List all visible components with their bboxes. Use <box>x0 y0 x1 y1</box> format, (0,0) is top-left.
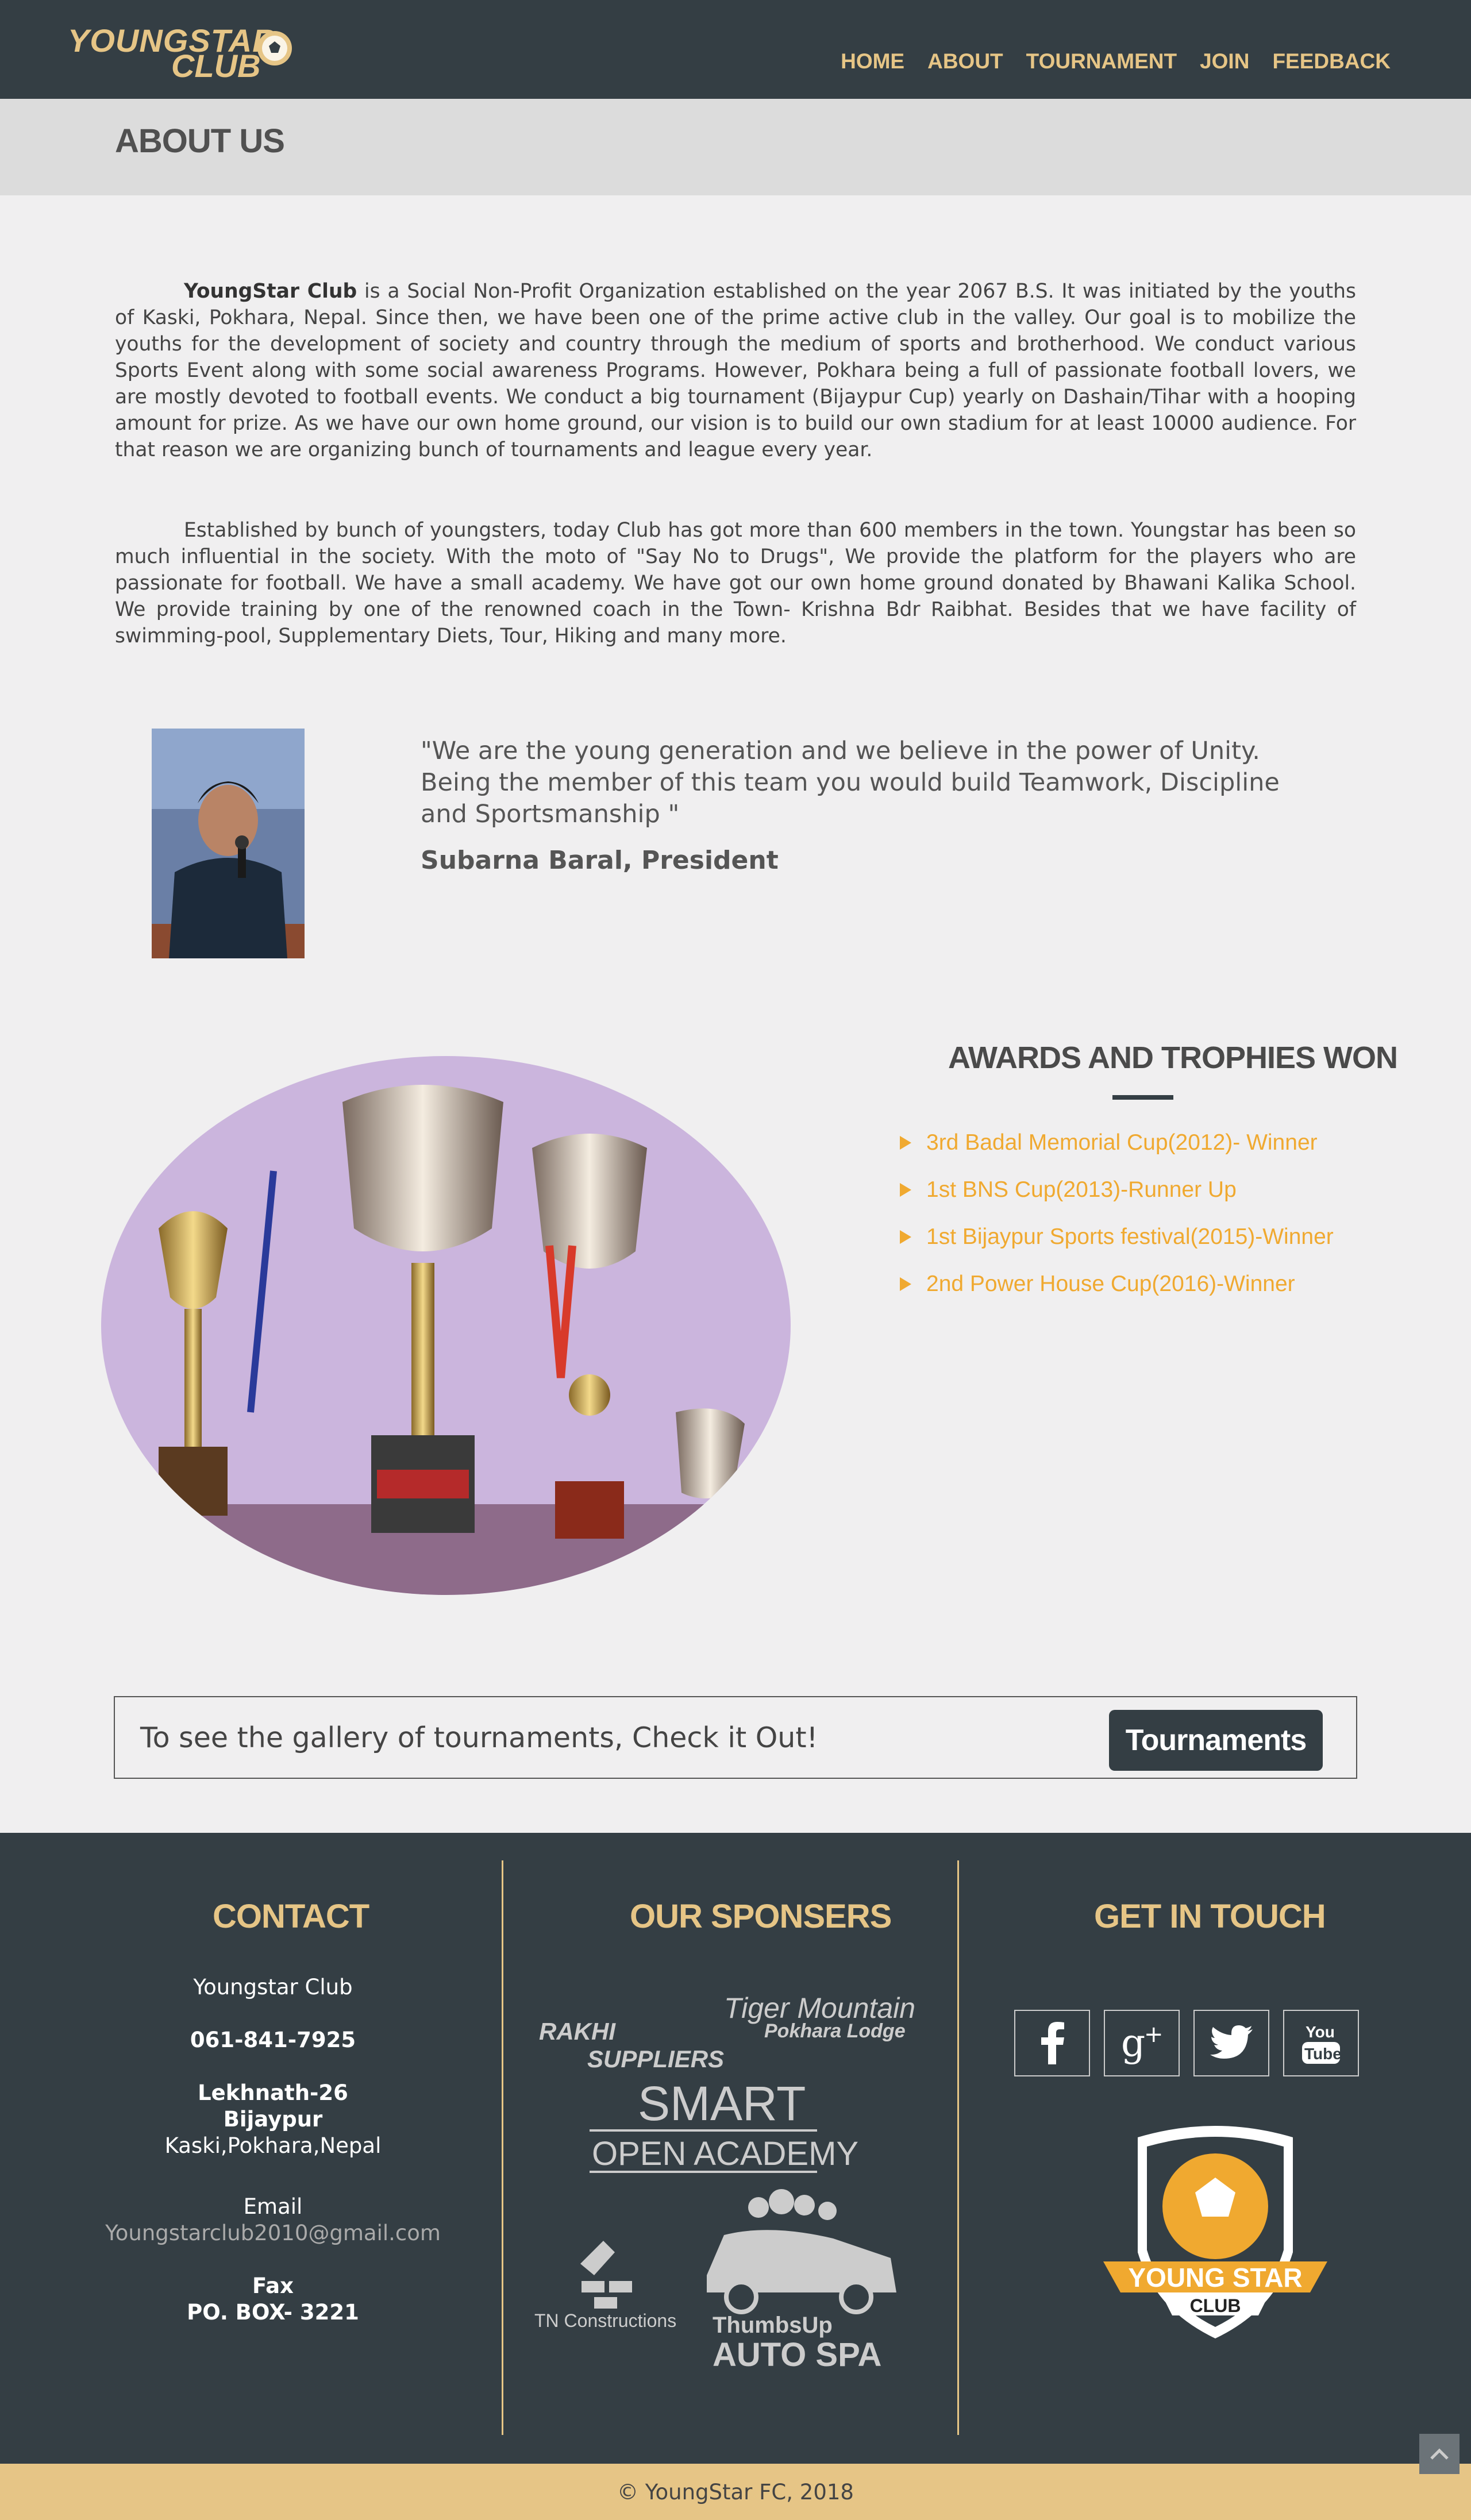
footer-divider <box>957 1860 959 2435</box>
award-item: 2nd Power House Cup(2016)-Winner <box>900 1261 1334 1308</box>
about-header-bar: ABOUT US <box>0 99 1471 195</box>
nav-join[interactable]: JOIN <box>1200 49 1249 74</box>
logo-text-line2: CLUB <box>171 48 261 84</box>
sponsors-title: OUR SPONSERS <box>630 1898 892 1935</box>
contact-address-2: Bijaypur <box>223 2107 323 2132</box>
sponsor-tiger-line2: Pokhara Lodge <box>764 2020 906 2042</box>
google-plus-icon[interactable]: g + <box>1104 2010 1180 2076</box>
sponsor-smart-logo: SMART OPEN ACADEMY <box>590 2076 858 2173</box>
svg-text:+: + <box>1144 2021 1164 2048</box>
about-paragraph-2: Established by bunch of youngsters, toda… <box>115 519 1356 648</box>
award-item: 1st Bijaypur Sports festival(2015)-Winne… <box>900 1213 1334 1261</box>
page-title: ABOUT US <box>115 122 285 160</box>
president-quote: "We are the young generation and we beli… <box>421 737 1280 829</box>
sponsor-rakhi-logo: RAKHI SUPPLIERS <box>539 2018 724 2072</box>
triangle-bullet-icon <box>900 1183 911 1197</box>
club-name-bold: YoungStar Club <box>184 280 357 303</box>
footer-divider <box>502 1860 503 2435</box>
contact-address-3: Kaski,Pokhara,Nepal <box>164 2133 382 2158</box>
award-item-label: 2nd Power House Cup(2016)-Winner <box>926 1271 1295 1296</box>
contact-title: CONTACT <box>213 1898 369 1935</box>
contact-block: Youngstar Club 061-841-7925 Lekhnath-26 … <box>52 1974 494 2326</box>
sponsor-tn-name: TN Constructions <box>534 2310 676 2331</box>
trophies-photo <box>101 1056 791 1595</box>
chevron-up-icon <box>1430 2448 1449 2460</box>
youtube-icon[interactable]: You Tube <box>1283 2010 1359 2076</box>
contact-email-link[interactable]: Youngstarclub2010@gmail.com <box>52 2220 494 2247</box>
logo-ball-icon <box>257 31 292 65</box>
sponsor-tiger-logo: Tiger Mountain Pokhara Lodge <box>724 1992 915 2042</box>
awards-title: AWARDS AND TROPHIES WON <box>948 1041 1398 1075</box>
copyright-text: © YoungStar FC, 2018 <box>617 2479 854 2504</box>
sponsor-rakhi-line2: SUPPLIERS <box>587 2045 724 2072</box>
svg-text:You: You <box>1306 2023 1335 2041</box>
award-item-label: 3rd Badal Memorial Cup(2012)- Winner <box>926 1130 1318 1155</box>
crest-text-line1: YOUNG STAR <box>1128 2263 1302 2292</box>
fax-label: Fax <box>252 2274 294 2298</box>
contact-name: Youngstar Club <box>193 1975 353 1999</box>
nav-tournament[interactable]: TOURNAMENT <box>1026 49 1177 74</box>
awards-list: 3rd Badal Memorial Cup(2012)- Winner 1st… <box>900 1119 1334 1308</box>
contact-fax: PO. BOX- 3221 <box>187 2300 359 2325</box>
sponsor-tiger-line1: Tiger Mountain <box>724 1992 915 2024</box>
scroll-to-top-button[interactable] <box>1419 2434 1460 2474</box>
triangle-bullet-icon <box>900 1277 911 1291</box>
top-navbar: YOUNGSTAR CLUB HOME ABOUT TOURNAMENT JOI… <box>0 0 1471 99</box>
crest-text-line2: CLUB <box>1190 2295 1241 2316</box>
sponsor-smart-line2: OPEN ACADEMY <box>592 2135 858 2172</box>
facebook-icon[interactable] <box>1014 2010 1090 2076</box>
club-crest-logo: YOUNG STAR CLUB <box>1103 2126 1327 2338</box>
gallery-callout-text: To see the gallery of tournaments, Check… <box>140 1721 818 1754</box>
social-links: g + You Tube <box>1014 2010 1359 2076</box>
contact-phone: 061-841-7925 <box>190 2028 356 2052</box>
president-photo <box>152 729 305 958</box>
sponsor-autospa-logo: ThumbsUp AUTO SPA <box>707 2189 896 2373</box>
svg-text:Tube: Tube <box>1304 2045 1341 2063</box>
sponsor-autospa-line2: AUTO SPA <box>713 2336 881 2373</box>
nav-feedback[interactable]: FEEDBACK <box>1272 49 1391 74</box>
awards-title-underline <box>1112 1095 1173 1100</box>
about-paragraph-1: YoungStar Club is a Social Non-Profit Or… <box>115 278 1356 463</box>
contact-address-1: Lekhnath-26 <box>198 2080 348 2105</box>
svg-text:g: g <box>1121 2021 1145 2065</box>
quote-author: Subarna Baral, President <box>421 846 779 875</box>
award-item-label: 1st BNS Cup(2013)-Runner Up <box>926 1177 1237 1202</box>
sponsor-smart-line1: SMART <box>638 2076 806 2130</box>
award-item-label: 1st Bijaypur Sports festival(2015)-Winne… <box>926 1224 1334 1249</box>
sponsor-autospa-line1: ThumbsUp <box>713 2313 833 2338</box>
nav-home[interactable]: HOME <box>841 49 904 74</box>
sponsor-logos: RAKHI SUPPLIERS Tiger Mountain Pokhara L… <box>534 1992 915 2373</box>
sponsor-tn-logo: TN Constructions <box>534 2241 676 2331</box>
gallery-callout: To see the gallery of tournaments, Check… <box>114 1696 1357 1779</box>
about-paragraph-1-text: is a Social Non-Profit Organization esta… <box>115 280 1356 461</box>
twitter-icon[interactable] <box>1193 2010 1269 2076</box>
site-footer: CONTACT Youngstar Club 061-841-7925 Lekh… <box>0 1833 1471 2464</box>
email-label: Email <box>243 2194 303 2219</box>
nav-menu: HOME ABOUT TOURNAMENT JOIN FEEDBACK <box>841 49 1391 74</box>
award-item: 1st BNS Cup(2013)-Runner Up <box>900 1166 1334 1213</box>
tournaments-button[interactable]: Tournaments <box>1109 1710 1323 1771</box>
triangle-bullet-icon <box>900 1136 911 1150</box>
get-in-touch-title: GET IN TOUCH <box>1094 1898 1326 1935</box>
sponsor-rakhi-line1: RAKHI <box>539 2018 616 2045</box>
nav-about[interactable]: ABOUT <box>927 49 1003 74</box>
triangle-bullet-icon <box>900 1230 911 1244</box>
copyright-bar: © YoungStar FC, 2018 <box>0 2464 1471 2520</box>
award-item: 3rd Badal Memorial Cup(2012)- Winner <box>900 1119 1334 1166</box>
club-logo[interactable]: YOUNGSTAR CLUB <box>68 22 303 84</box>
